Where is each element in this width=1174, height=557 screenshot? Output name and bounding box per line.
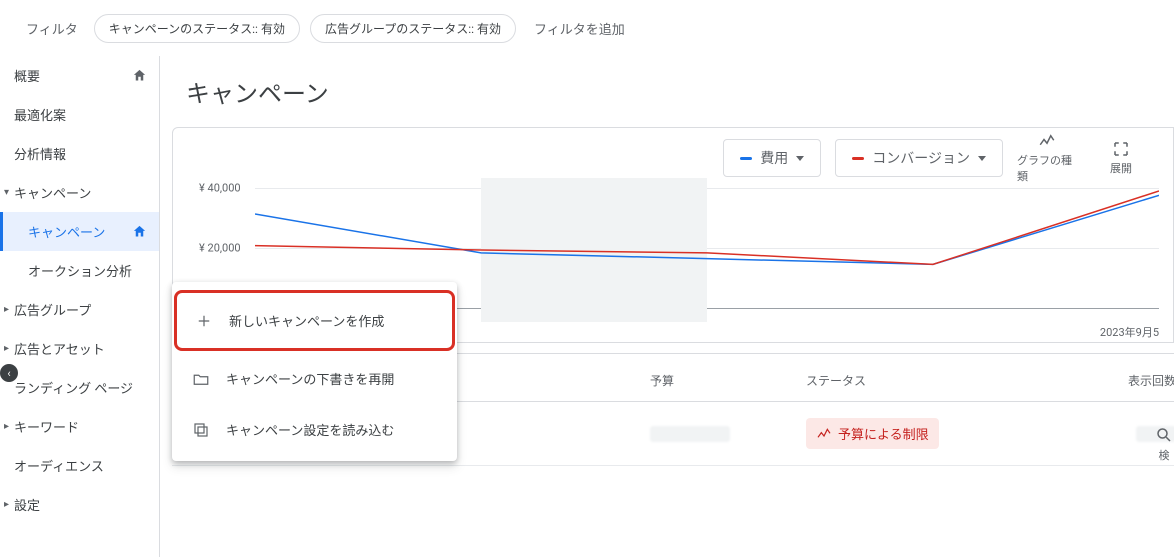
sidebar-item-ads-assets[interactable]: 広告とアセット [0,329,159,368]
swatch-icon [740,157,752,160]
copy-icon [192,421,210,439]
sidebar-item-label: キーワード [14,417,79,436]
menu-item-resume-draft[interactable]: キャンペーンの下書きを再開 [172,353,457,404]
filter-label: フィルタ [26,19,78,38]
column-budget[interactable]: 予算 [650,372,790,389]
metric-label: コンバージョン [872,148,970,168]
expand-icon [1112,140,1130,158]
sidebar-item-auction-insights[interactable]: オークション分析 [0,251,159,290]
plus-icon [195,312,213,330]
menu-item-label: キャンペーンの下書きを再開 [226,369,394,388]
sidebar-item-label: 概要 [14,66,40,85]
menu-item-new-campaign[interactable]: 新しいキャンペーンを作成 [174,290,455,351]
sidebar-item-audiences[interactable]: オーディエンス [0,446,159,485]
expand-button[interactable]: 展開 [1091,140,1151,176]
sidebar-item-campaigns-group[interactable]: キャンペーン [0,173,159,212]
sidebar-item-optimization[interactable]: 最適化案 [0,95,159,134]
sidebar-item-keywords[interactable]: キーワード [0,407,159,446]
y-tick-label: ¥ 20,000 [199,242,241,255]
x-tick-label: 2023年9月5 [1100,324,1159,340]
chevron-down-icon [796,156,804,161]
sidebar-item-label: 広告グループ [14,300,91,319]
sidebar-item-campaigns[interactable]: キャンペーン [0,212,159,251]
sidebar-collapse-button[interactable]: ‹ [0,364,18,382]
sidebar: 概要 最適化案 分析情報 キャンペーン キャンペーン オークション分析 広告グル… [0,56,160,557]
filter-chip-adgroup-status[interactable]: 広告グループのステータス:: 有効 [310,14,516,43]
home-icon [132,68,147,83]
search-icon[interactable]: 検 [1154,426,1174,463]
sidebar-item-label: キャンペーン [14,183,91,202]
metric-2-selector[interactable]: コンバージョン [835,139,1003,177]
new-campaign-menu: 新しいキャンペーンを作成 キャンペーンの下書きを再開 キャンペーン設定を読み込む [172,282,457,461]
metric-label: 費用 [760,148,788,168]
status-text: 予算による制限 [838,424,929,443]
sidebar-item-label: 設定 [14,495,40,514]
sidebar-item-label: 分析情報 [14,144,66,163]
swatch-icon [852,157,864,160]
sidebar-item-adgroups[interactable]: 広告グループ [0,290,159,329]
column-impressions[interactable]: 表示回数 [1086,372,1174,389]
blurred-value [650,426,730,442]
chevron-left-icon: ‹ [7,367,10,380]
metric-1-selector[interactable]: 費用 [723,139,821,177]
home-icon [132,224,147,239]
column-status[interactable]: ステータス [806,372,986,389]
search-label: 検 [1154,447,1174,463]
sidebar-item-label: ランディング ページ [14,378,133,397]
tool-label: 展開 [1110,160,1132,176]
menu-item-label: キャンペーン設定を読み込む [226,420,394,439]
sidebar-item-label: オークション分析 [28,261,132,280]
sidebar-item-settings[interactable]: 設定 [0,485,159,524]
filter-chip-campaign-status[interactable]: キャンペーンのステータス:: 有効 [94,14,300,43]
chart-type-button[interactable]: グラフの種類 [1017,132,1077,184]
chevron-down-icon [978,156,986,161]
sidebar-item-landing-pages[interactable]: ランディング ページ [0,368,159,407]
page-title: キャンペーン [160,56,1174,127]
sidebar-item-overview[interactable]: 概要 [0,56,159,95]
add-filter[interactable]: フィルタを追加 [526,14,633,43]
sidebar-item-label: 最適化案 [14,105,66,124]
folder-icon [192,370,210,388]
sidebar-item-insights[interactable]: 分析情報 [0,134,159,173]
menu-item-label: 新しいキャンペーンを作成 [229,311,384,330]
chart-icon [816,426,832,442]
sidebar-item-label: 広告とアセット [14,339,105,358]
y-tick-label: ¥ 40,000 [199,182,241,195]
chart-line-icon [1038,132,1056,150]
sidebar-item-label: キャンペーン [28,222,105,241]
status-badge-limited-by-budget[interactable]: 予算による制限 [806,418,939,449]
sidebar-item-label: オーディエンス [14,456,104,475]
menu-item-load-settings[interactable]: キャンペーン設定を読み込む [172,404,457,455]
